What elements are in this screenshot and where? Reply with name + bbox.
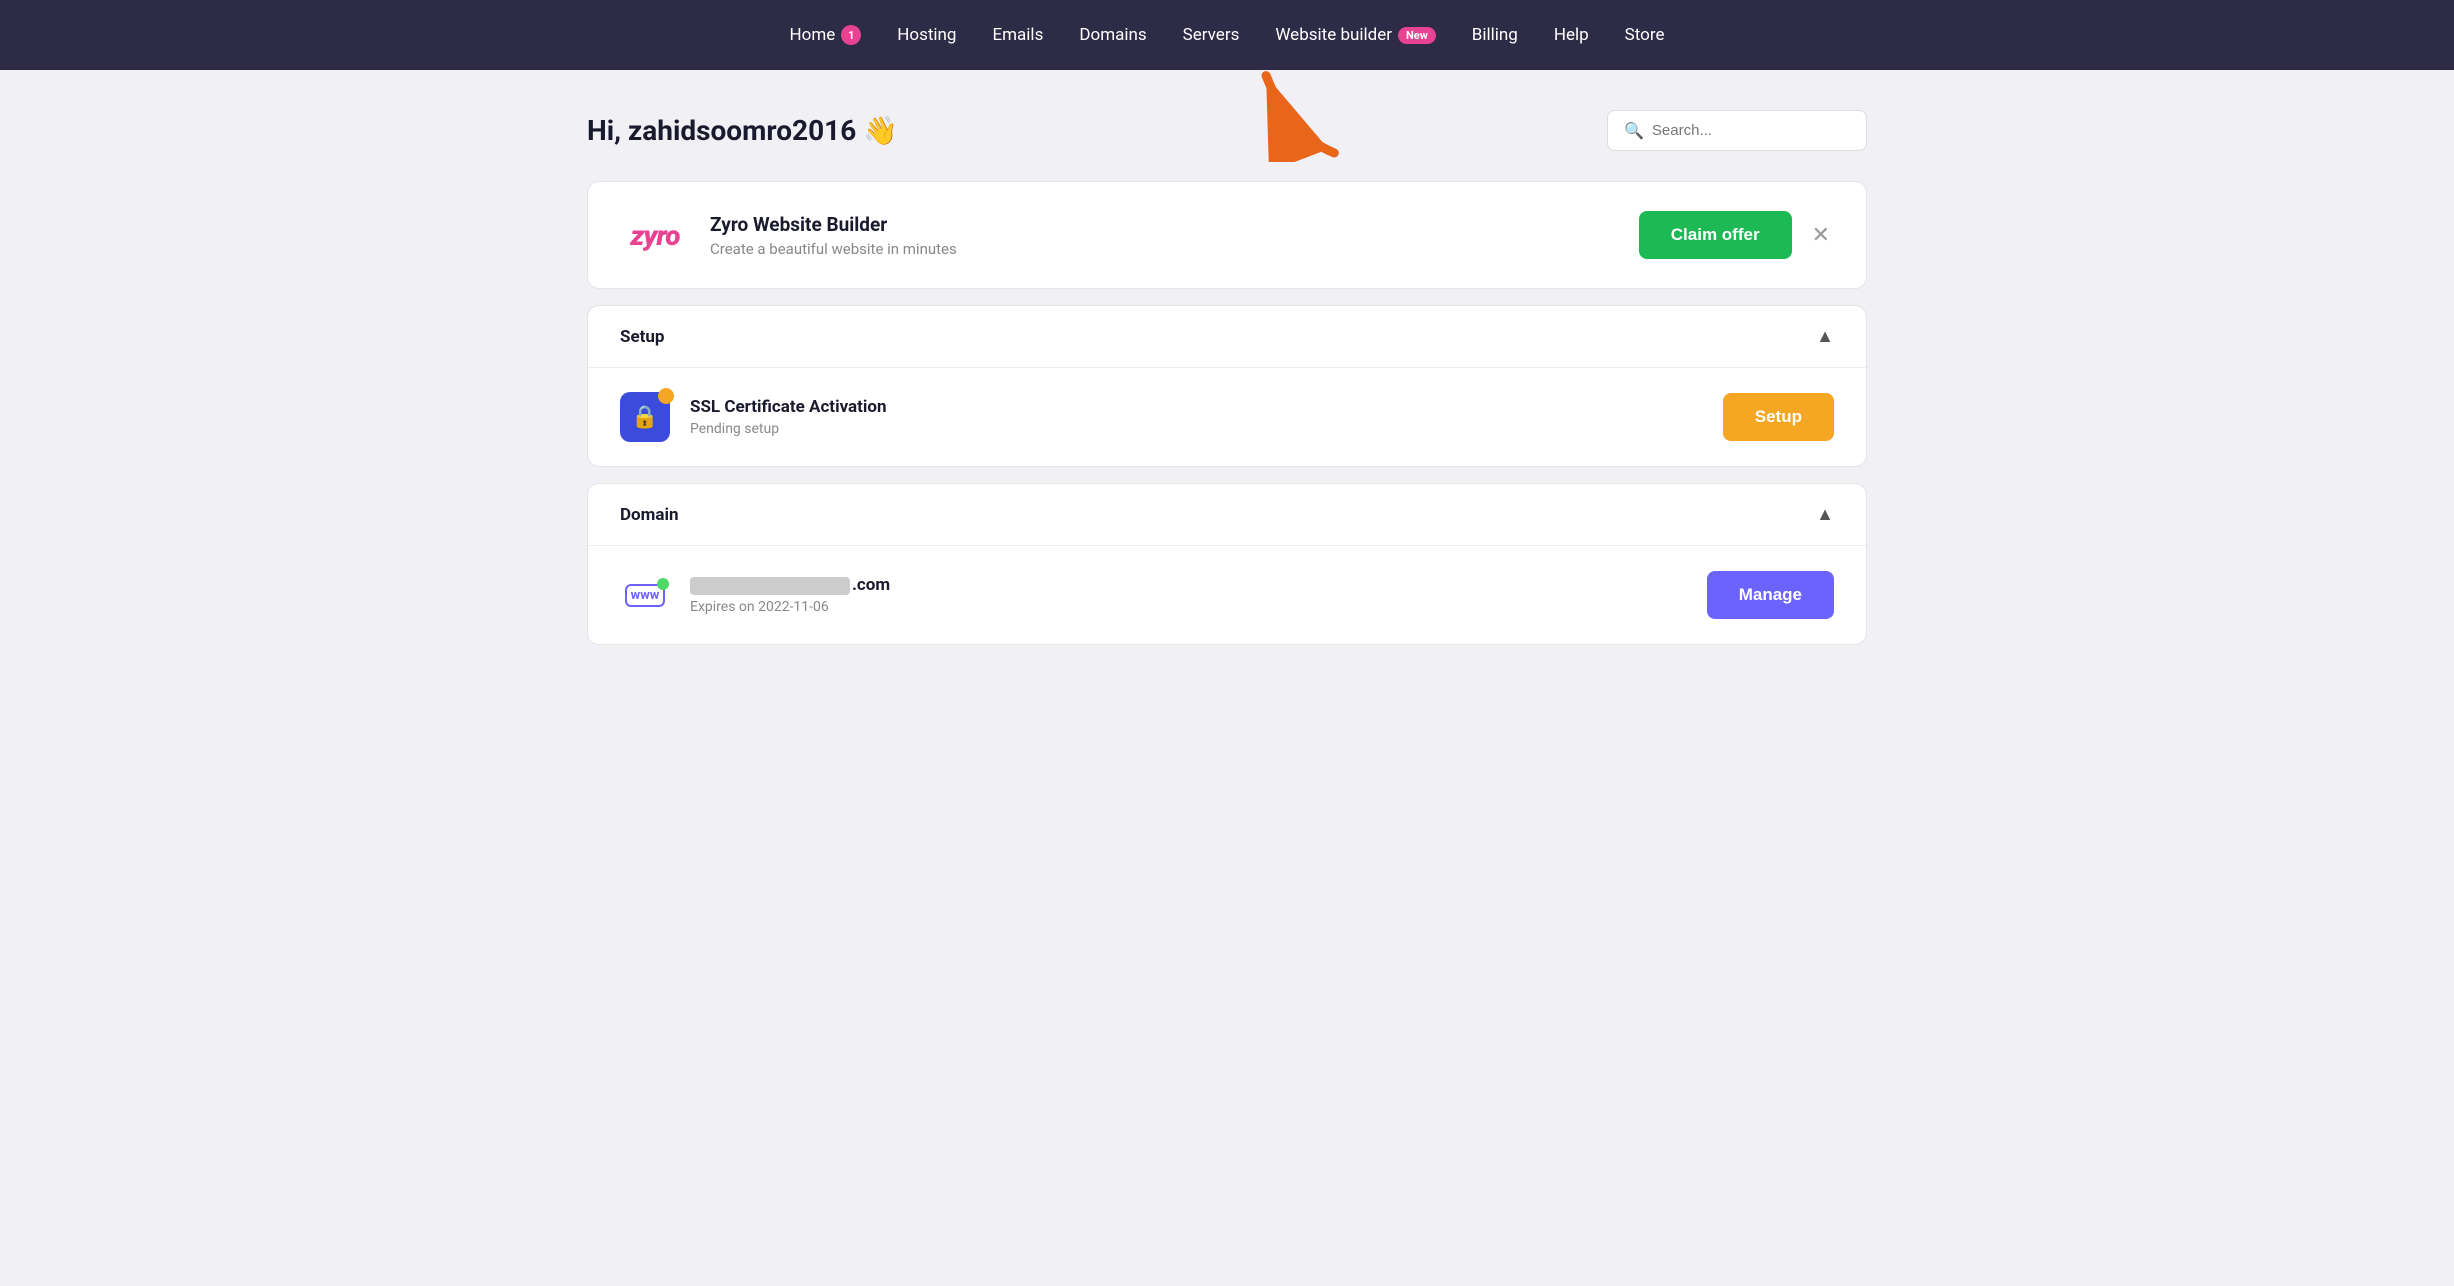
nav-badge-new: New — [1398, 27, 1436, 44]
promo-card: zyro Zyro Website Builder Create a beaut… — [587, 181, 1867, 289]
domain-chevron-icon[interactable]: ▲ — [1816, 504, 1834, 525]
search-input[interactable] — [1652, 122, 1850, 139]
domain-item-row: www .com Expires on 2022-11-06 Manage — [588, 546, 1866, 644]
setup-chevron-icon[interactable]: ▲ — [1816, 326, 1834, 347]
promo-subtitle: Create a beautiful website in minutes — [710, 240, 1619, 258]
nav-item-servers[interactable]: Servers — [1183, 25, 1240, 45]
nav-label-home: Home — [790, 25, 836, 45]
setup-section-header: Setup ▲ — [588, 306, 1866, 368]
nav-badge-home: 1 — [841, 25, 861, 45]
domain-section-title: Domain — [620, 505, 679, 525]
nav-item-domains[interactable]: Domains — [1079, 25, 1146, 45]
close-promo-button[interactable]: ✕ — [1808, 218, 1834, 252]
nav-label-servers: Servers — [1183, 25, 1240, 45]
setup-button[interactable]: Setup — [1723, 393, 1834, 441]
nav-item-hosting[interactable]: Hosting — [897, 25, 956, 45]
www-dot — [657, 578, 669, 590]
domain-name: .com — [690, 575, 1687, 595]
navbar: Home 1 Hosting Emails Domains Servers We… — [0, 0, 2454, 70]
search-box[interactable]: 🔍 — [1607, 110, 1867, 151]
domain-expiry: Expires on 2022-11-06 — [690, 599, 1687, 615]
lock-icon: 🔒 — [631, 405, 658, 430]
ssl-title: SSL Certificate Activation — [690, 397, 1703, 417]
header-row: Hi, zahidsoomro2016 👋 🔍 — [587, 110, 1867, 151]
www-text-label: www — [625, 584, 666, 607]
promo-actions: Claim offer ✕ — [1639, 211, 1834, 259]
nav-label-store: Store — [1625, 25, 1665, 45]
nav-item-website-builder[interactable]: Website builder New — [1275, 25, 1435, 45]
claim-offer-button[interactable]: Claim offer — [1639, 211, 1792, 259]
nav-label-website-builder: Website builder — [1275, 25, 1392, 45]
search-icon: 🔍 — [1624, 121, 1644, 140]
ssl-item-row: 🔒 SSL Certificate Activation Pending set… — [588, 368, 1866, 466]
nav-item-billing[interactable]: Billing — [1472, 25, 1518, 45]
nav-label-domains: Domains — [1079, 25, 1146, 45]
www-icon: www — [620, 570, 670, 620]
greeting-text: Hi, zahidsoomro2016 👋 — [587, 114, 898, 147]
domain-section-header: Domain ▲ — [588, 484, 1866, 546]
ssl-icon: 🔒 — [620, 392, 670, 442]
manage-button[interactable]: Manage — [1707, 571, 1834, 619]
nav-item-help[interactable]: Help — [1554, 25, 1589, 45]
nav-item-emails[interactable]: Emails — [992, 25, 1043, 45]
nav-items: Home 1 Hosting Emails Domains Servers We… — [790, 25, 1665, 45]
nav-item-home[interactable]: Home 1 — [790, 25, 862, 45]
nav-label-hosting: Hosting — [897, 25, 956, 45]
main-content: Hi, zahidsoomro2016 👋 🔍 zyro Zyro Websit… — [527, 70, 1927, 701]
domain-blurred-part — [690, 577, 850, 595]
setup-card: Setup ▲ 🔒 SSL Certificate Activation Pen… — [587, 305, 1867, 467]
setup-section-title: Setup — [620, 327, 664, 347]
nav-label-billing: Billing — [1472, 25, 1518, 45]
promo-title: Zyro Website Builder — [710, 213, 1619, 236]
nav-label-emails: Emails — [992, 25, 1043, 45]
promo-info: Zyro Website Builder Create a beautiful … — [710, 213, 1619, 258]
ssl-info: SSL Certificate Activation Pending setup — [690, 397, 1703, 437]
ssl-subtitle: Pending setup — [690, 421, 1703, 437]
promo-card-inner: zyro Zyro Website Builder Create a beaut… — [588, 182, 1866, 288]
domain-card: Domain ▲ www .com Expires on 2022-11-06 … — [587, 483, 1867, 645]
zyro-logo: zyro — [620, 210, 690, 260]
ssl-badge-dot — [658, 388, 674, 404]
zyro-logo-text: zyro — [630, 219, 679, 252]
domain-info: .com Expires on 2022-11-06 — [690, 575, 1687, 615]
nav-item-store[interactable]: Store — [1625, 25, 1665, 45]
nav-label-help: Help — [1554, 25, 1589, 45]
